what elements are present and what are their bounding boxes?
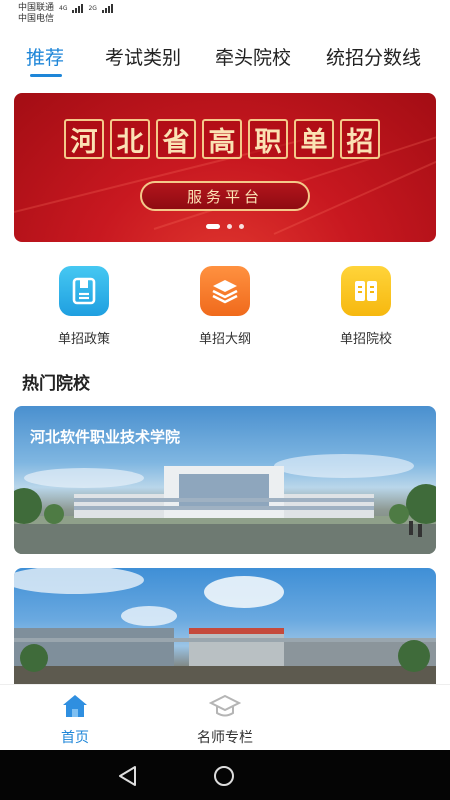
document-icon — [59, 266, 109, 316]
book-icon — [341, 266, 391, 316]
bottom-nav: 首页 名师专栏 — [0, 684, 450, 750]
nav-label: 名师专栏 — [197, 730, 253, 746]
home-circle-icon[interactable] — [214, 766, 234, 786]
section-title: 热门院校 — [22, 374, 90, 394]
back-icon[interactable] — [119, 766, 136, 786]
grid-item-colleges[interactable]: 单招院校 — [316, 266, 416, 347]
grid-label: 单招政策 — [57, 332, 110, 347]
college-photo — [14, 568, 436, 698]
banner-carousel[interactable]: 河 北 省 高 职 单 招 服务平台 — [14, 93, 436, 242]
carrier-2: 中国电信 — [18, 14, 55, 24]
feature-grid: 单招政策 单招大纲 单招院校 — [0, 266, 450, 347]
carousel-dot[interactable] — [227, 224, 232, 229]
grid-label: 单招大纲 — [198, 332, 251, 347]
signal-icon — [72, 4, 84, 13]
carousel-dot-active[interactable] — [206, 224, 220, 229]
home-icon — [63, 695, 87, 717]
tab-score-line[interactable]: 统招分数线 — [326, 43, 421, 70]
layers-icon — [200, 266, 250, 316]
app-screen: 中国联通 4G 2G 中国电信 推荐 考试类别 牵头院校 统招分数线 河 北 省… — [0, 0, 450, 800]
carrier-1: 中国联通 — [18, 3, 55, 13]
active-tab-indicator — [30, 74, 62, 77]
tab-recommend[interactable]: 推荐 — [26, 43, 64, 70]
grid-label: 单招院校 — [339, 332, 392, 347]
nav-home[interactable]: 首页 — [30, 693, 120, 747]
signal-icon — [101, 4, 113, 13]
nav-label: 首页 — [61, 730, 89, 746]
nav-teachers[interactable]: 名师专栏 — [180, 693, 270, 747]
grid-item-outline[interactable]: 单招大纲 — [175, 266, 275, 347]
status-bar: 中国联通 4G 2G 中国电信 — [0, 0, 450, 28]
carousel-dot[interactable] — [239, 224, 244, 229]
college-card[interactable] — [14, 568, 436, 698]
system-nav-bar — [0, 750, 450, 800]
network-type-1: 4G — [59, 5, 68, 12]
banner-title: 河 北 省 高 职 单 招 — [64, 119, 380, 159]
graduation-cap-icon — [208, 694, 242, 717]
banner-subtitle: 服务平台 — [140, 181, 310, 211]
carousel-indicator — [14, 224, 436, 229]
college-card[interactable]: 河北软件职业技术学院 — [14, 406, 436, 554]
tab-exam-category[interactable]: 考试类别 — [105, 43, 181, 70]
network-type-2: 2G — [88, 5, 97, 12]
college-name: 河北软件职业技术学院 — [30, 428, 181, 446]
grid-item-policy[interactable]: 单招政策 — [34, 266, 134, 347]
tab-lead-colleges[interactable]: 牵头院校 — [215, 43, 291, 70]
top-tab-bar: 推荐 考试类别 牵头院校 统招分数线 — [0, 38, 450, 82]
